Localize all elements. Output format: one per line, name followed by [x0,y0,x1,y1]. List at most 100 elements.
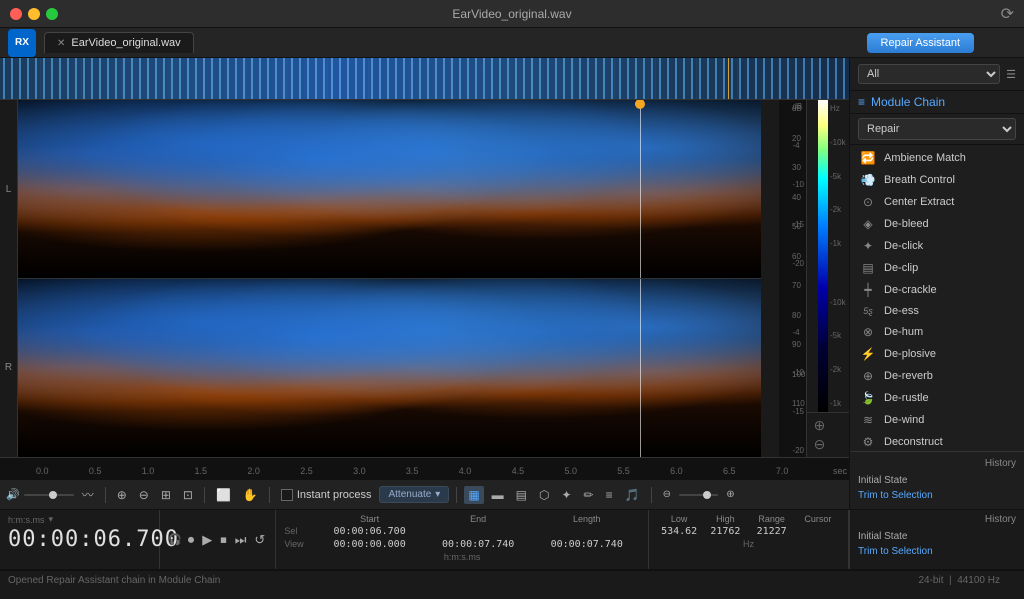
history-right-initial[interactable]: Initial State [858,529,1016,544]
waveform-icon[interactable]: 〰 [78,484,98,505]
de-plosive-icon: ⚡ [860,347,876,361]
filter-select[interactable]: All [858,64,1000,84]
spec-overlay-r [18,279,761,457]
de-hum-icon: ⊗ [860,325,876,339]
stop-button[interactable]: ⏹ [218,530,229,550]
channel-labels: L R [0,100,18,457]
module-item-de-clip[interactable]: ▤ De-clip [850,257,1024,279]
channel-r-spectrogram[interactable] [18,279,761,457]
length-header: Length [533,514,640,524]
view-spectrogram-button[interactable]: ▦ [464,486,483,504]
module-list: 🔁 Ambience Match 💨 Breath Control ⊙ Cent… [850,145,1024,451]
zoom-in-button[interactable]: ⊕ [113,486,131,504]
overview-playhead [728,58,729,99]
view-waveform-button[interactable]: ▬ [488,486,508,504]
repair-category-select[interactable]: Repair Restore Ambience Mix [858,118,1016,140]
repair-assistant-button[interactable]: Repair Assistant [867,33,974,53]
selection-info: Start End Length Sel 00:00:06.700 View 0… [276,510,649,569]
color-gradient-bar [818,100,828,412]
de-reverb-icon: ⊕ [860,369,876,383]
module-item-de-hum[interactable]: ⊗ De-hum [850,321,1024,343]
repair-select-row: Repair Restore Ambience Mix [850,114,1024,145]
zoom-100-button[interactable]: ⊡ [179,486,197,504]
attenuate-button[interactable]: Attenuate ▾ [379,486,449,503]
de-click-icon: ✦ [860,239,876,253]
hand-tool-button[interactable]: ✋ [239,486,262,504]
freq-unit-label: Hz [657,539,840,549]
loop-button[interactable]: ↺ [252,530,267,550]
de-rustle-icon: 🍃 [860,391,876,405]
app-logo: RX [8,29,36,57]
zoom-out-icon[interactable]: ⊖ [814,436,826,453]
instant-process-checkbox[interactable] [281,489,293,501]
history-right-trim[interactable]: Trim to Selection [858,544,1016,559]
maximize-button[interactable] [46,8,58,20]
zoom-in-small[interactable]: ⊕ [722,487,738,502]
magic-wand-button[interactable]: ✦ [557,486,575,504]
high-value: 21762 [703,526,747,537]
skip-forward-button[interactable]: ⏭ [233,530,249,550]
file-tab[interactable]: ✕ EarVideo_original.wav [44,32,194,53]
freq-info: Low High Range Cursor 534.62 21762 21227… [649,510,849,569]
view-row-label: View [284,539,314,550]
module-item-breath-control[interactable]: 💨 Breath Control [850,169,1024,191]
module-item-center-extract[interactable]: ⊙ Center Extract [850,191,1024,213]
close-button[interactable] [10,8,22,20]
freq-values: 534.62 21762 21227 [657,526,840,537]
bit-depth: 24-bit [918,575,943,586]
module-item-de-wind[interactable]: ≋ De-wind [850,409,1024,431]
zoom-in-icon[interactable]: ⊕ [814,417,826,434]
history-item-initial[interactable]: Initial State [858,473,1016,488]
zoom-slider[interactable]: ⊖ ⊕ [659,487,739,502]
select-tool-button[interactable]: ⬜ [212,486,235,504]
module-item-de-rustle[interactable]: 🍃 De-rustle [850,387,1024,409]
time-marker-0: 0.0 [36,466,49,476]
deconstruct-icon: ⚙ [860,435,876,449]
sel-start-value: 00:00:06.700 [316,526,423,537]
time-markers: 0.0 0.5 1.0 1.5 2.0 2.5 3.0 3.5 4.0 4.5 … [36,458,849,479]
channel-l-spectrogram[interactable] [18,100,761,278]
play-button[interactable]: ▶ [200,530,214,550]
tab-close-icon[interactable]: ✕ [57,38,65,49]
record-button[interactable]: ⏺ [186,530,197,550]
time-marker-30: 3.0 [353,466,366,476]
time-format-chevron[interactable]: ▾ [49,514,54,525]
settings-icon[interactable]: ⟳ [1001,4,1014,24]
zoom-out-button[interactable]: ⊖ [135,486,153,504]
instant-process-container: Instant process [281,489,372,501]
module-item-de-bleed[interactable]: ◈ De-bleed [850,213,1024,235]
zoom-fit-button[interactable]: ⊞ [157,486,175,504]
zoom-out-small[interactable]: ⊖ [659,487,675,502]
right-panel: All ☰ ≡ Module Chain Repair Restore Ambi… [849,58,1024,509]
module-item-de-ess[interactable]: 5ȿ De-ess [850,301,1024,321]
start-header: Start [316,514,423,524]
volume-slider[interactable] [24,494,74,496]
menu-icon[interactable]: ☰ [1006,68,1016,81]
pencil-tool-button[interactable]: ✏ [580,486,598,504]
module-item-de-click[interactable]: ✦ De-click [850,235,1024,257]
time-unit-label: h:m:s.ms [284,552,640,562]
tab-label: EarVideo_original.wav [71,37,180,49]
lasso-tool-button[interactable]: ⬡ [535,486,553,504]
module-item-de-crackle[interactable]: ┿ De-crackle [850,279,1024,301]
module-item-de-plosive[interactable]: ⚡ De-plosive [850,343,1024,365]
main-area: ✕ ✕ L R [0,58,1024,509]
de-click-label: De-click [884,240,923,252]
time-marker-10: 1.0 [142,466,155,476]
de-plosive-label: De-plosive [884,348,936,360]
overview-bar[interactable]: ✕ ✕ [0,58,849,100]
pitch-tool-button[interactable]: 🎵 [621,486,644,504]
history-item-trim[interactable]: Trim to Selection [858,488,1016,503]
history-header: History [858,458,1016,469]
headphones-icon[interactable]: 🎧 [168,533,182,546]
spectrogram-view[interactable]: L R [0,100,849,457]
module-item-ambience-match[interactable]: 🔁 Ambience Match [850,147,1024,169]
module-item-deconstruct[interactable]: ⚙ Deconstruct [850,431,1024,451]
module-item-de-reverb[interactable]: ⊕ De-reverb [850,365,1024,387]
breath-control-icon: 💨 [860,173,876,187]
view-both-button[interactable]: ▤ [512,486,531,504]
harmonic-tool-button[interactable]: ≡ [602,486,617,504]
time-marker-25: 2.5 [300,466,313,476]
ambience-match-label: Ambience Match [884,152,966,164]
minimize-button[interactable] [28,8,40,20]
